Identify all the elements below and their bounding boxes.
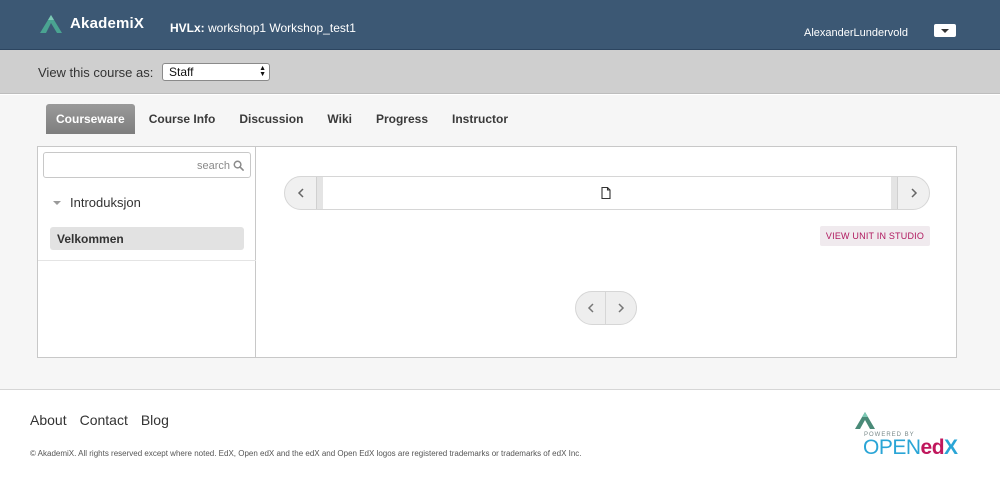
chevron-right-icon (618, 303, 625, 313)
akademix-mark-icon (855, 412, 875, 429)
user-menu-button[interactable] (934, 24, 956, 37)
course-title: HVLx: workshop1 Workshop_test1 (170, 21, 356, 35)
bottom-next-button[interactable] (606, 292, 636, 324)
footer-link-contact[interactable]: Contact (80, 412, 128, 428)
divider (38, 260, 256, 261)
tab-course-info[interactable]: Course Info (149, 112, 216, 126)
sequence-track (316, 177, 898, 209)
sequence-nav (284, 176, 930, 210)
course-org: HVLx: (170, 21, 205, 35)
footer-link-blog[interactable]: Blog (141, 412, 169, 428)
course-tabs: Courseware Course Info Discussion Wiki P… (46, 104, 532, 134)
select-arrows-icon: ▲ ▼ (259, 65, 266, 78)
track-edge-right (891, 177, 897, 209)
tab-progress[interactable]: Progress (376, 112, 428, 126)
caret-down-icon (941, 28, 949, 33)
logo-text: AkademiX (70, 14, 145, 32)
tab-courseware[interactable]: Courseware (46, 104, 135, 134)
powered-by-openedx-logo[interactable]: POWERED BY OPENedX (852, 410, 962, 460)
copyright-text: © AkademiX. All rights reserved except w… (30, 449, 582, 458)
track-edge-left (317, 177, 323, 209)
course-name: workshop1 Workshop_test1 (208, 21, 356, 35)
document-icon[interactable] (599, 186, 613, 200)
tab-instructor[interactable]: Instructor (452, 112, 508, 126)
openedx-ed: ed (920, 436, 945, 459)
tab-wiki[interactable]: Wiki (327, 112, 352, 126)
chevron-left-icon (297, 188, 304, 198)
openedx-wordmark: OPENedX (863, 436, 958, 460)
search-input[interactable]: search (43, 152, 251, 178)
search-placeholder: search (196, 160, 230, 172)
footer-links: About Contact Blog (30, 412, 182, 428)
openedx-open: OPEN (863, 436, 921, 459)
view-as-select[interactable]: Staff ▲ ▼ (162, 63, 270, 81)
view-as-label: View this course as: (38, 65, 154, 80)
view-unit-in-studio-button[interactable]: VIEW UNIT IN STUDIO (820, 226, 930, 246)
section-velkommen[interactable]: Velkommen (50, 227, 244, 250)
footer-link-about[interactable]: About (30, 412, 67, 428)
search-icon[interactable] (233, 160, 244, 171)
view-as-selected: Staff (169, 65, 194, 79)
chevron-right-icon (910, 188, 917, 198)
footer-divider (0, 389, 1000, 390)
chapter-introduksjon[interactable]: Introduksjon (53, 195, 141, 210)
chevron-left-icon (587, 303, 594, 313)
sequence-next-button[interactable] (898, 177, 929, 209)
bottom-prev-button[interactable] (576, 292, 606, 324)
site-header: AkademiX HVLx: workshop1 Workshop_test1 … (0, 0, 1000, 50)
sequence-prev-button[interactable] (285, 177, 316, 209)
chapter-label: Introduksjon (70, 195, 141, 210)
expand-caret-icon (53, 200, 61, 205)
logo-mark-icon (40, 15, 62, 33)
courseware-panel: search Introduksjon Velkommen VIEW UNIT … (37, 146, 957, 358)
bottom-sequence-nav (575, 291, 637, 325)
tab-discussion[interactable]: Discussion (239, 112, 303, 126)
akademix-logo[interactable]: AkademiX (38, 12, 144, 34)
view-as-bar: View this course as: Staff ▲ ▼ (0, 50, 1000, 94)
unit-content: VIEW UNIT IN STUDIO (257, 147, 956, 357)
course-outline-sidebar: search Introduksjon Velkommen (38, 147, 256, 357)
username[interactable]: AlexanderLundervold (804, 27, 908, 39)
openedx-x: X (944, 436, 958, 459)
